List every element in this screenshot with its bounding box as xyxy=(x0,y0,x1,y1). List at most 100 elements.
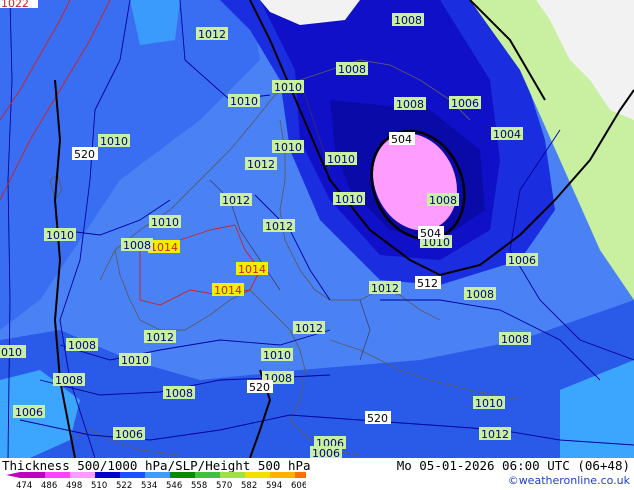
svg-text:1014: 1014 xyxy=(238,263,266,276)
scale-tick-label: 570 xyxy=(216,481,232,490)
svg-text:1008: 1008 xyxy=(68,339,96,352)
slp-label: 1006 xyxy=(310,446,342,458)
slp-label: 1010 xyxy=(44,228,76,242)
scale-tick-label: 606 xyxy=(291,481,306,490)
scale-tick-label: 534 xyxy=(141,481,157,490)
scale-tick-label: 474 xyxy=(16,481,32,490)
svg-text:520: 520 xyxy=(249,381,270,394)
slp-label: 1012 xyxy=(479,427,511,441)
slp-label: 1012 xyxy=(245,157,277,171)
svg-text:520: 520 xyxy=(367,412,388,425)
scale-swatch xyxy=(20,472,45,478)
scale-tick-label: 558 xyxy=(191,481,207,490)
slp-label: 1010 xyxy=(325,152,357,166)
slp-label: 1010 xyxy=(272,80,304,94)
scale-swatch xyxy=(170,472,195,478)
height-label: 504 xyxy=(418,226,444,240)
slp-label: 1006 xyxy=(506,253,538,267)
svg-text:1006: 1006 xyxy=(451,97,479,110)
slp-label: 1006 xyxy=(13,405,45,419)
forecast-datetime: Mo 05-01-2026 06:00 UTC (06+48) xyxy=(396,458,630,473)
slp-label: 1012 xyxy=(263,219,295,233)
svg-text:1010: 1010 xyxy=(263,349,291,362)
slp-label: 1010 xyxy=(119,353,151,367)
height-label: 504 xyxy=(389,132,415,146)
svg-text:520: 520 xyxy=(74,148,95,161)
slp-label: 1010 xyxy=(149,215,181,229)
svg-text:1010: 1010 xyxy=(327,153,355,166)
height-label: 520 xyxy=(365,411,391,425)
svg-text:1012: 1012 xyxy=(371,282,399,295)
scale-swatch xyxy=(220,472,245,478)
height-label: 512 xyxy=(415,276,441,290)
svg-text:1010: 1010 xyxy=(100,135,128,148)
scale-swatch xyxy=(145,472,170,478)
scale-swatch xyxy=(295,472,306,478)
svg-text:1022: 1022 xyxy=(1,0,29,10)
slp-label: 1008 xyxy=(66,338,98,352)
svg-text:1010: 1010 xyxy=(230,95,258,108)
scale-tick-label: 582 xyxy=(241,481,257,490)
scale-tick-label: 498 xyxy=(66,481,82,490)
slp-label: 1012 xyxy=(196,27,228,41)
slp-label: 1014 xyxy=(236,262,268,276)
scale-tick-label: 486 xyxy=(41,481,57,490)
svg-text:010: 010 xyxy=(1,346,22,359)
svg-text:1010: 1010 xyxy=(475,397,503,410)
svg-text:504: 504 xyxy=(391,133,412,146)
svg-text:1012: 1012 xyxy=(222,194,250,207)
slp-label: 1008 xyxy=(464,287,496,301)
svg-text:1008: 1008 xyxy=(394,14,422,27)
slp-label: 1010 xyxy=(261,348,293,362)
slp-label: 1010 xyxy=(333,192,365,206)
scale-swatch xyxy=(120,472,145,478)
slp-label: 1008 xyxy=(392,13,424,27)
svg-text:1010: 1010 xyxy=(274,81,302,94)
svg-text:1012: 1012 xyxy=(295,322,323,335)
slp-label: 1008 xyxy=(336,62,368,76)
slp-label: 1006 xyxy=(113,427,145,441)
svg-text:1010: 1010 xyxy=(274,141,302,154)
svg-text:1006: 1006 xyxy=(508,254,536,267)
height-label: 520 xyxy=(72,147,98,161)
svg-text:1008: 1008 xyxy=(466,288,494,301)
svg-text:1014: 1014 xyxy=(214,284,242,297)
svg-text:1010: 1010 xyxy=(151,216,179,229)
slp-label: 1008 xyxy=(394,97,426,111)
slp-label: 1010 xyxy=(473,396,505,410)
svg-text:1014: 1014 xyxy=(150,241,178,254)
scale-swatch xyxy=(195,472,220,478)
svg-text:1008: 1008 xyxy=(501,333,529,346)
thickness-color-scale: 474 486 498 510 522 534 546 558 570 582 594 606 xyxy=(6,472,306,490)
svg-text:1012: 1012 xyxy=(146,331,174,344)
slp-label: 1008 xyxy=(121,238,153,252)
slp-label: 1010 xyxy=(272,140,304,154)
svg-text:1010: 1010 xyxy=(335,193,363,206)
scale-tick-label: 594 xyxy=(266,481,282,490)
scale-swatch xyxy=(95,472,120,478)
svg-text:1006: 1006 xyxy=(115,428,143,441)
map-title: Thickness 500/1000 hPa/SLP/Height 500 hP… xyxy=(2,458,311,473)
slp-label: 1012 xyxy=(220,193,252,207)
svg-text:1010: 1010 xyxy=(46,229,74,242)
slp-label: 010 xyxy=(0,345,26,359)
weather-map: 1022 1012 1010 1010 1010 1008 1008 1006 … xyxy=(0,0,634,458)
slp-label: 1008 xyxy=(53,373,85,387)
svg-text:1008: 1008 xyxy=(165,387,193,400)
svg-text:1012: 1012 xyxy=(265,220,293,233)
svg-text:1008: 1008 xyxy=(123,239,151,252)
svg-text:1006: 1006 xyxy=(312,447,340,458)
slp-label: 1008 xyxy=(163,386,195,400)
slp-label: 1008 xyxy=(427,193,459,207)
slp-label: 1012 xyxy=(144,330,176,344)
credit-link[interactable]: ©weatheronline.co.uk xyxy=(508,474,630,487)
slp-label: 1012 xyxy=(369,281,401,295)
map-canvas: 1022 1012 1010 1010 1010 1008 1008 1006 … xyxy=(0,0,634,458)
slp-label: 1012 xyxy=(293,321,325,335)
slp-label: 1006 xyxy=(449,96,481,110)
scale-swatch xyxy=(45,472,70,478)
scale-swatch xyxy=(270,472,295,478)
scale-tick-label: 522 xyxy=(116,481,132,490)
svg-text:1008: 1008 xyxy=(55,374,83,387)
map-footer: Thickness 500/1000 hPa/SLP/Height 500 hP… xyxy=(0,458,634,490)
